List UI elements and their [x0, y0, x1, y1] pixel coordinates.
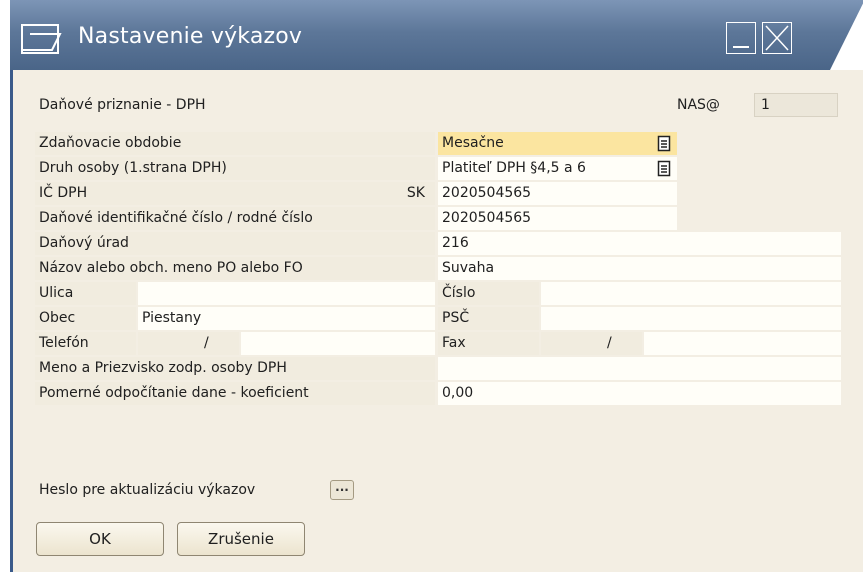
telefon-prefix-field[interactable]: / — [138, 332, 239, 355]
druh-osoby-value: Platiteľ DPH §4,5 a 6 — [442, 160, 586, 176]
label-koeficient: Pomerné odpočítanie dane - koeficient — [35, 382, 435, 405]
password-browse-button[interactable]: ... — [330, 480, 354, 500]
form-body: Daňové priznanie - DPH NAS@ 1 Zdaňovacie… — [10, 70, 863, 572]
cislo-field[interactable] — [541, 282, 841, 305]
ic-dph-field[interactable]: 2020504565 — [438, 182, 677, 205]
window-title: Nastavenie výkazov — [78, 24, 303, 49]
zdanovacie-obdobie-value: Mesačne — [442, 135, 504, 151]
druh-osoby-select[interactable]: Platiteľ DPH §4,5 a 6 — [438, 157, 677, 180]
label-zodp-osoba: Meno a Priezvisko zodp. osoby DPH — [35, 357, 435, 380]
telefon-separator: / — [204, 335, 209, 351]
psc-field[interactable] — [541, 307, 841, 330]
ulica-field[interactable] — [138, 282, 435, 305]
telefon-number-field[interactable] — [241, 332, 435, 355]
list-picker-icon[interactable] — [657, 135, 671, 152]
label-druh-osoby: Druh osoby (1.strana DPH) — [35, 157, 435, 180]
label-psc: PSČ — [438, 307, 539, 330]
obec-field[interactable]: Piestany — [138, 307, 435, 330]
nas-field[interactable]: 1 — [754, 93, 838, 117]
section-label: Daňové priznanie - DPH — [39, 97, 206, 113]
title-bar[interactable]: Nastavenie výkazov — [10, 0, 863, 70]
label-cislo: Číslo — [438, 282, 539, 305]
label-ulica: Ulica — [35, 282, 136, 305]
ic-dph-prefix: SK — [406, 185, 425, 201]
ic-dph-label-text: IČ DPH — [39, 185, 88, 201]
fax-number-field[interactable] — [644, 332, 841, 355]
close-icon — [765, 25, 789, 51]
window-icon — [21, 24, 62, 54]
zodp-osoba-field[interactable] — [438, 357, 841, 380]
zdanovacie-obdobie-select[interactable]: Mesačne — [438, 132, 677, 155]
koeficient-field[interactable]: 0,00 — [438, 382, 841, 405]
label-fax: Fax — [438, 332, 539, 355]
fax-separator: / — [607, 335, 612, 351]
list-picker-icon[interactable] — [657, 160, 671, 177]
fax-prefix-field[interactable]: / — [541, 332, 642, 355]
close-button[interactable] — [762, 22, 792, 54]
nas-label: NAS@ — [677, 97, 720, 113]
danovy-urad-field[interactable]: 216 — [438, 232, 841, 255]
password-label: Heslo pre aktualizáciu výkazov — [39, 482, 256, 498]
dic-rc-field[interactable]: 2020504565 — [438, 207, 677, 230]
minimize-button[interactable] — [726, 22, 756, 54]
cancel-button[interactable]: Zrušenie — [177, 522, 305, 556]
label-nazov: Názov alebo obch. meno PO alebo FO — [35, 257, 435, 280]
label-telefon: Telefón — [35, 332, 136, 355]
label-ic-dph: IČ DPH SK — [35, 182, 435, 205]
label-dic-rc: Daňové identifikačné číslo / rodné číslo — [35, 207, 435, 230]
label-danovy-urad: Daňový úrad — [35, 232, 435, 255]
ok-button[interactable]: OK — [36, 522, 164, 556]
label-zdanovacie-obdobie: Zdaňovacie obdobie — [35, 132, 435, 155]
nazov-field[interactable]: Suvaha — [438, 257, 841, 280]
label-obec: Obec — [35, 307, 136, 330]
dialog-window: Nastavenie výkazov Daňové priznanie - DP… — [10, 0, 863, 572]
